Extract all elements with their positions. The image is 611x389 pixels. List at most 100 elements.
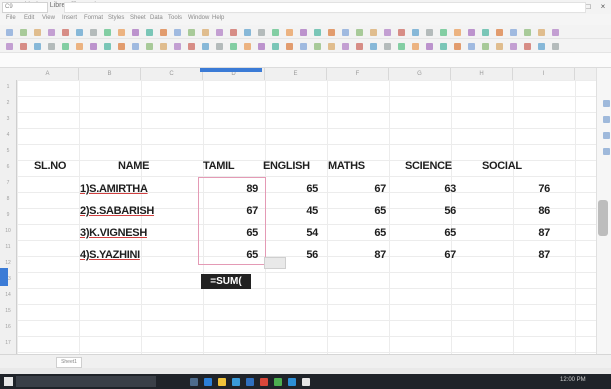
toolbar-button-icon[interactable] [454,29,461,36]
toolbar-button-icon[interactable] [118,29,125,36]
cell-social[interactable]: 76 [520,183,550,195]
menu-view[interactable]: View [42,15,55,21]
toolbar-button-icon[interactable] [454,43,461,50]
media-icon[interactable] [260,378,268,386]
toolbar-button-icon[interactable] [482,29,489,36]
toolbar-button-icon[interactable] [412,29,419,36]
cell-social[interactable]: 87 [520,249,550,261]
menu-format[interactable]: Format [84,15,103,21]
row-header[interactable]: 7 [0,180,16,186]
toolbar-button-icon[interactable] [216,43,223,50]
toolbar-button-icon[interactable] [62,29,69,36]
toolbar-button-icon[interactable] [482,43,489,50]
toolbar-button-icon[interactable] [272,29,279,36]
row-header[interactable]: 15 [0,308,16,314]
toolbar-button-icon[interactable] [412,43,419,50]
toolbar-button-icon[interactable] [174,43,181,50]
toolbar-button-icon[interactable] [6,29,13,36]
toolbar-button-icon[interactable] [524,43,531,50]
toolbar-button-icon[interactable] [258,43,265,50]
active-cell-editor[interactable]: =SUM( [201,274,251,289]
toolbar-button-icon[interactable] [244,29,251,36]
header-slno[interactable]: SL.NO [34,160,66,172]
close-button[interactable]: × [596,1,610,12]
menu-sheet[interactable]: Sheet [130,15,146,21]
toolbar-button-icon[interactable] [384,43,391,50]
column-header[interactable]: B [79,68,141,80]
toolbar-button-icon[interactable] [300,29,307,36]
app-icon[interactable] [288,378,296,386]
cell-english[interactable]: 56 [288,249,318,261]
row-header[interactable]: 3 [0,116,16,122]
app-icon[interactable] [302,378,310,386]
toolbar-button-icon[interactable] [258,29,265,36]
toolbar-button-icon[interactable] [398,43,405,50]
toolbar-button-icon[interactable] [496,43,503,50]
scrollbar-thumb[interactable] [598,200,608,236]
cell-name[interactable]: 4)S.YAZHINI [80,249,140,261]
toolbar-button-icon[interactable] [510,29,517,36]
toolbar-button-icon[interactable] [146,43,153,50]
toolbar-button-icon[interactable] [398,29,405,36]
taskbar-search-box[interactable] [16,376,156,387]
toolbar-button-icon[interactable] [62,43,69,50]
toolbar-button-icon[interactable] [20,29,27,36]
toolbar-button-icon[interactable] [314,43,321,50]
toolbar-button-icon[interactable] [384,29,391,36]
toolbar-button-icon[interactable] [216,29,223,36]
cell-maths[interactable]: 87 [356,249,386,261]
toolbar-button-icon[interactable] [272,43,279,50]
header-english[interactable]: ENGLISH [263,160,310,172]
menu-data[interactable]: Data [150,15,163,21]
toolbar-button-icon[interactable] [202,43,209,50]
toolbar-button-icon[interactable] [328,43,335,50]
toolbar-button-icon[interactable] [104,29,111,36]
row-header[interactable]: 12 [0,260,16,266]
calc-taskbar-icon[interactable] [274,378,282,386]
menu-edit[interactable]: Edit [24,15,34,21]
cell-name[interactable]: 2)S.SABARISH [80,205,154,217]
row-header[interactable]: 5 [0,148,16,154]
row-header[interactable]: 2 [0,100,16,106]
gallery-icon[interactable] [603,132,610,139]
toolbar-button-icon[interactable] [538,43,545,50]
menu-window[interactable]: Window [188,15,209,21]
cell-science[interactable]: 56 [426,205,456,217]
toolbar-button-icon[interactable] [524,29,531,36]
cell-science[interactable]: 67 [426,249,456,261]
row-header[interactable]: 1 [0,84,16,90]
cell-science[interactable]: 65 [426,227,456,239]
toolbar-button-icon[interactable] [104,43,111,50]
toolbar-button-icon[interactable] [188,43,195,50]
cell-maths[interactable]: 65 [356,227,386,239]
task-view-icon[interactable] [190,378,198,386]
menu-styles[interactable]: Styles [108,15,124,21]
toolbar-button-icon[interactable] [342,43,349,50]
cell-english[interactable]: 54 [288,227,318,239]
edge-icon[interactable] [204,378,212,386]
cell-social[interactable]: 87 [520,227,550,239]
file-explorer-icon[interactable] [218,378,226,386]
cell-social[interactable]: 86 [520,205,550,217]
name-box[interactable]: C9 [2,2,48,13]
cell-name[interactable]: 3)K.VIGNESH [80,227,147,239]
row-header[interactable]: 10 [0,228,16,234]
toolbar-button-icon[interactable] [48,43,55,50]
toolbar-button-icon[interactable] [90,43,97,50]
toolbar-button-icon[interactable] [538,29,545,36]
toolbar-button-icon[interactable] [440,29,447,36]
toolbar-button-icon[interactable] [230,43,237,50]
toolbar-button-icon[interactable] [552,29,559,36]
header-tamil[interactable]: TAMIL [203,160,235,172]
toolbar-button-icon[interactable] [552,43,559,50]
toolbar-button-icon[interactable] [286,43,293,50]
store-icon[interactable] [232,378,240,386]
column-header[interactable]: A [17,68,79,80]
row-header[interactable]: 4 [0,132,16,138]
toolbar-button-icon[interactable] [468,43,475,50]
properties-icon[interactable] [603,100,610,107]
toolbar-button-icon[interactable] [146,29,153,36]
row-header[interactable]: 6 [0,164,16,170]
toolbar-button-icon[interactable] [34,43,41,50]
toolbar-button-icon[interactable] [132,29,139,36]
